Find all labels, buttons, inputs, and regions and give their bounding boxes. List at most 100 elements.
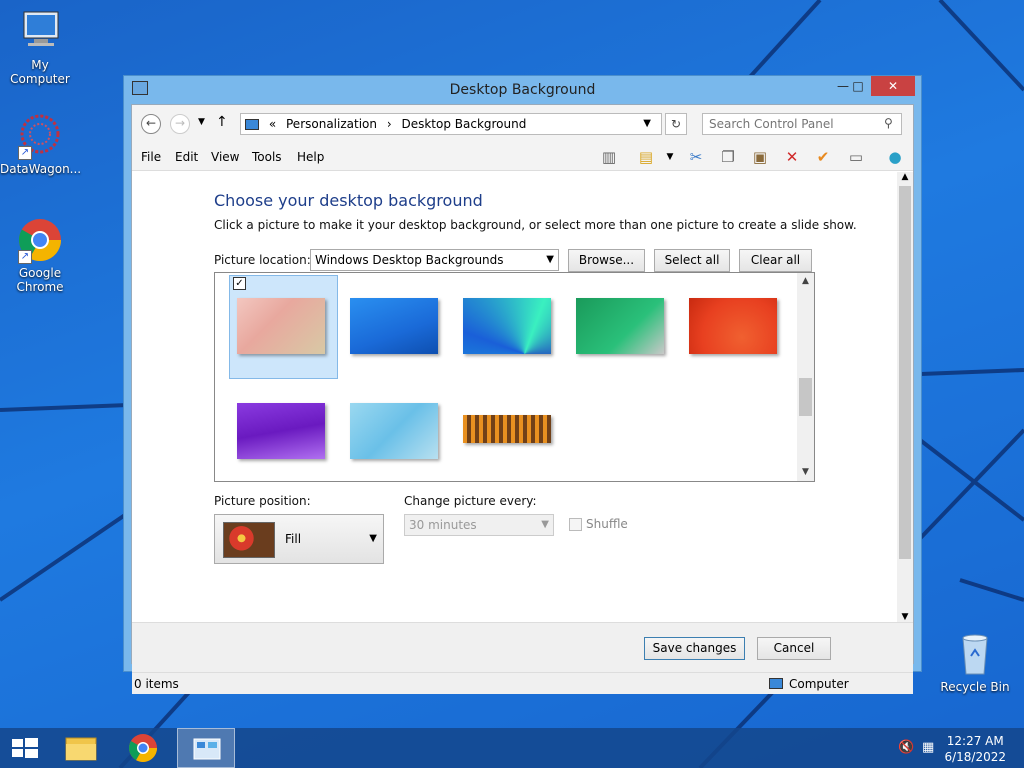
delete-icon[interactable]: ✕ <box>781 147 803 167</box>
folder-check-icon[interactable]: ▤ <box>635 147 657 167</box>
computer-icon <box>16 8 64 56</box>
content-area: Choose your desktop background Click a p… <box>132 172 913 622</box>
close-button[interactable]: ✕ <box>871 76 915 96</box>
layout-pane-icon[interactable]: ▥ <box>598 147 620 167</box>
cut-icon[interactable]: ✂ <box>685 147 707 167</box>
scroll-down-icon[interactable]: ▼ <box>897 612 913 622</box>
wallpaper-thumbnail[interactable] <box>689 298 777 354</box>
paste-icon[interactable]: ▣ <box>749 147 771 167</box>
volume-muted-icon[interactable]: 🔇 <box>898 740 914 755</box>
page-description: Click a picture to make it your desktop … <box>214 218 857 232</box>
desktop-icon-label: Google Chrome <box>16 266 64 294</box>
status-item-count: 0 items <box>134 677 179 691</box>
my-computer-icon[interactable]: My Computer <box>0 8 80 86</box>
address-dropdown-icon[interactable]: ▼ <box>643 114 651 134</box>
menu-view[interactable]: View <box>211 150 239 164</box>
change-picture-label: Change picture every: <box>404 494 537 508</box>
file-explorer-taskbar-button[interactable] <box>56 728 106 768</box>
control-panel-taskbar-button[interactable] <box>177 728 235 768</box>
cancel-button[interactable]: Cancel <box>757 637 831 660</box>
network-icon[interactable]: ▦ <box>922 740 934 755</box>
chevron-down-icon: ▼ <box>541 519 549 530</box>
chevron-down-icon: ▼ <box>546 254 554 265</box>
checkmark-icon[interactable]: ✔ <box>812 147 834 167</box>
taskbar: 🔇 ▦ 12:27 AM 6/18/2022 <box>0 728 1024 768</box>
wallpaper-thumbnail[interactable] <box>237 403 325 459</box>
wallpaper-thumbnail[interactable] <box>350 298 438 354</box>
folder-icon <box>65 737 97 761</box>
content-scrollbar[interactable]: ▲ ▼ <box>897 172 913 622</box>
shortcut-arrow-icon: ↗ <box>18 146 32 160</box>
search-icon[interactable]: ⚲ <box>884 116 893 130</box>
picture-location-value: Windows Desktop Backgrounds <box>315 253 504 267</box>
globe-icon[interactable]: ● <box>884 147 906 167</box>
trash-bin-icon <box>951 630 999 678</box>
breadcrumb-personalization[interactable]: Personalization <box>286 117 377 131</box>
breadcrumb-prefix: « <box>268 117 277 131</box>
start-button[interactable] <box>0 728 50 768</box>
change-picture-select[interactable]: 30 minutes ▼ <box>404 514 554 536</box>
status-location: Computer <box>789 677 849 691</box>
recycle-bin-icon[interactable]: Recycle Bin <box>935 630 1015 694</box>
shuffle-checkbox[interactable] <box>569 518 582 531</box>
picture-position-label: Picture position: <box>214 494 311 508</box>
up-arrow-icon[interactable]: ↑ <box>216 114 228 130</box>
thumbnail-checkbox[interactable]: ✓ <box>233 277 246 290</box>
recent-dropdown-icon[interactable]: ▼ <box>198 117 205 127</box>
scroll-up-icon[interactable]: ▲ <box>797 273 814 290</box>
scroll-thumb[interactable] <box>799 378 812 416</box>
menu-bar: File Edit View Tools Help ▥ ▤ ▼ ✂ ❐ ▣ ✕ … <box>132 143 913 171</box>
title-bar[interactable]: Desktop Background — □ ✕ <box>124 76 921 104</box>
wallpaper-thumbnail[interactable] <box>463 298 551 354</box>
shuffle-label: Shuffle <box>586 517 628 531</box>
dialog-footer: Save changes Cancel <box>132 622 913 672</box>
chrome-taskbar-button[interactable] <box>118 728 168 768</box>
picture-location-select[interactable]: Windows Desktop Backgrounds ▼ <box>310 249 559 271</box>
picture-position-select[interactable]: Fill ▼ <box>214 514 384 564</box>
monitor-icon <box>245 119 259 130</box>
chrome-logo-icon <box>129 734 157 762</box>
gallery-scrollbar[interactable]: ▲ ▼ <box>797 273 814 481</box>
breadcrumb-separator-icon: › <box>386 117 392 131</box>
clear-all-button[interactable]: Clear all <box>739 249 812 272</box>
wallpaper-thumbnail[interactable] <box>350 403 438 459</box>
shortcut-arrow-icon: ↗ <box>18 250 32 264</box>
search-input[interactable] <box>702 113 902 135</box>
clock-time: 12:27 AM <box>946 734 1004 748</box>
desktop-icon-label: My Computer <box>10 58 70 86</box>
windows-logo-icon <box>12 738 38 758</box>
forward-arrow-icon[interactable]: → <box>170 114 190 134</box>
select-all-button[interactable]: Select all <box>654 249 730 272</box>
maximize-button[interactable]: □ <box>844 76 872 96</box>
system-clock[interactable]: 12:27 AM 6/18/2022 <box>944 733 1006 765</box>
breadcrumb[interactable]: « Personalization › Desktop Background ▼ <box>240 113 662 135</box>
window-body: ← → ▼ ↑ « Personalization › Desktop Back… <box>131 104 914 694</box>
back-arrow-icon[interactable]: ← <box>141 114 161 134</box>
control-panel-icon <box>193 738 221 760</box>
status-bar: 0 items Computer <box>132 672 913 694</box>
change-picture-value: 30 minutes <box>409 518 477 532</box>
browse-button[interactable]: Browse... <box>568 249 645 272</box>
toolbar-dropdown-icon[interactable]: ▼ <box>659 147 681 167</box>
breadcrumb-desktop-background[interactable]: Desktop Background <box>401 117 526 131</box>
wallpaper-thumbnail[interactable] <box>237 298 325 354</box>
refresh-icon[interactable]: ↻ <box>665 113 687 135</box>
wallpaper-thumbnail[interactable] <box>463 415 551 443</box>
menu-file[interactable]: File <box>141 150 161 164</box>
copy-icon[interactable]: ❐ <box>717 147 739 167</box>
menu-help[interactable]: Help <box>297 150 324 164</box>
wallpaper-thumbnail[interactable] <box>576 298 664 354</box>
scroll-down-icon[interactable]: ▼ <box>797 464 814 481</box>
save-changes-button[interactable]: Save changes <box>644 637 745 660</box>
datawagon-icon[interactable]: ↗ DataWagon... <box>0 112 81 176</box>
scroll-up-icon[interactable]: ▲ <box>897 172 913 182</box>
menu-tools[interactable]: Tools <box>252 150 282 164</box>
gear-cluster-icon: ↗ <box>16 112 64 160</box>
window-title: Desktop Background <box>449 82 596 98</box>
clock-date: 6/18/2022 <box>944 750 1006 764</box>
menu-edit[interactable]: Edit <box>175 150 198 164</box>
properties-icon[interactable]: ▭ <box>845 147 867 167</box>
chevron-down-icon: ▼ <box>369 533 377 544</box>
google-chrome-icon[interactable]: ↗ Google Chrome <box>0 216 80 294</box>
scroll-thumb[interactable] <box>899 186 911 559</box>
